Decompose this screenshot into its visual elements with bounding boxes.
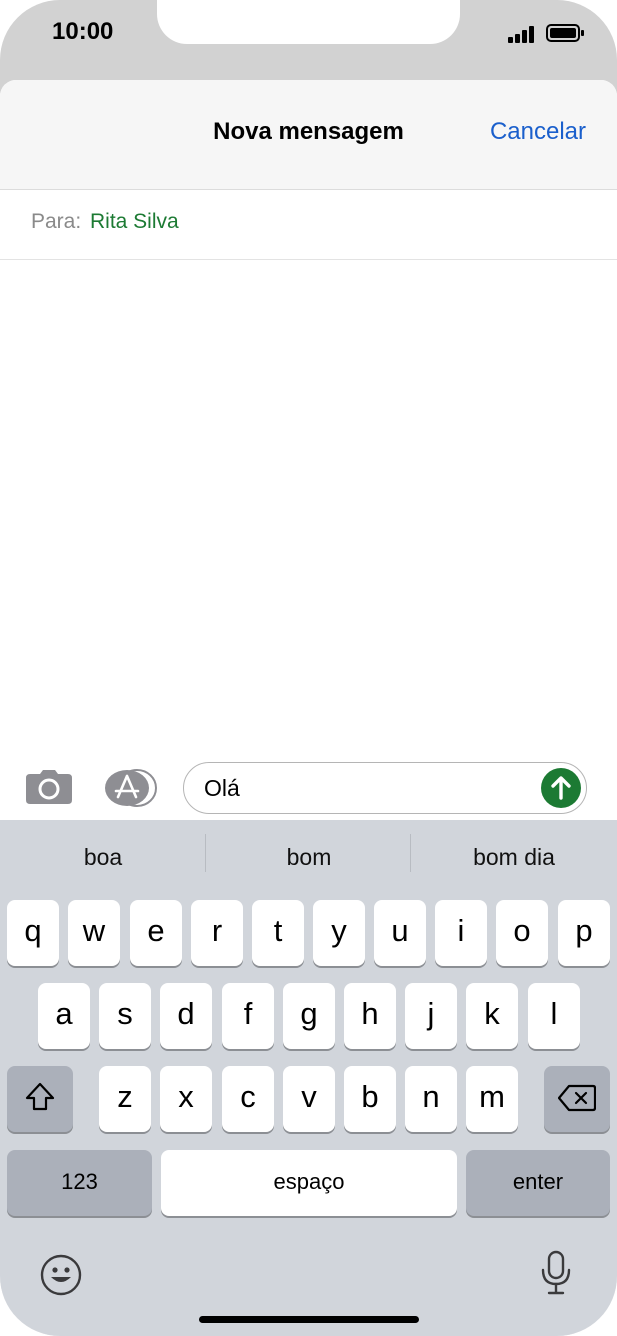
- enter-key[interactable]: enter: [466, 1150, 610, 1216]
- status-bar: 10:00: [0, 0, 617, 80]
- home-indicator[interactable]: [199, 1316, 419, 1323]
- key-p[interactable]: p: [558, 900, 610, 966]
- key-d[interactable]: d: [160, 983, 212, 1049]
- numbers-key[interactable]: 123: [7, 1150, 152, 1216]
- phone-frame: 10:00 Nova mensagem Cancelar Para: Rita …: [0, 0, 617, 1336]
- space-key[interactable]: espaço: [161, 1150, 457, 1216]
- delete-key[interactable]: [544, 1066, 610, 1132]
- recipient-name[interactable]: Rita Silva: [90, 210, 179, 234]
- shift-key[interactable]: [7, 1066, 73, 1132]
- keyboard: boa bom bom dia q w e r t y u i o p a s …: [0, 820, 617, 1336]
- key-s[interactable]: s: [99, 983, 151, 1049]
- key-g[interactable]: g: [283, 983, 335, 1049]
- key-e[interactable]: e: [130, 900, 182, 966]
- camera-icon[interactable]: [26, 770, 72, 804]
- key-a[interactable]: a: [38, 983, 90, 1049]
- key-o[interactable]: o: [496, 900, 548, 966]
- microphone-icon[interactable]: [540, 1250, 572, 1296]
- key-i[interactable]: i: [435, 900, 487, 966]
- cancel-button[interactable]: Cancelar: [490, 118, 586, 146]
- compose-bar: Olá: [0, 752, 617, 822]
- recipient-row[interactable]: Para: Rita Silva: [0, 190, 617, 260]
- key-l[interactable]: l: [528, 983, 580, 1049]
- status-time: 10:00: [52, 18, 114, 45]
- navigation-bar: Nova mensagem Cancelar: [0, 80, 617, 190]
- key-u[interactable]: u: [374, 900, 426, 966]
- battery-icon: [546, 24, 584, 42]
- suggestion-3[interactable]: bom dia: [419, 844, 609, 871]
- key-r[interactable]: r: [191, 900, 243, 966]
- app-store-icon[interactable]: [104, 769, 158, 807]
- suggestion-bar: boa bom bom dia: [0, 820, 617, 896]
- key-v[interactable]: v: [283, 1066, 335, 1132]
- suggestion-1[interactable]: boa: [8, 844, 198, 871]
- emoji-icon[interactable]: [40, 1254, 82, 1296]
- recipient-label: Para:: [31, 210, 82, 233]
- key-x[interactable]: x: [160, 1066, 212, 1132]
- key-t[interactable]: t: [252, 900, 304, 966]
- key-y[interactable]: y: [313, 900, 365, 966]
- send-button[interactable]: [541, 768, 581, 808]
- send-arrow-icon: [551, 776, 571, 800]
- key-k[interactable]: k: [466, 983, 518, 1049]
- key-w[interactable]: w: [68, 900, 120, 966]
- message-input-text: Olá: [204, 775, 240, 801]
- key-b[interactable]: b: [344, 1066, 396, 1132]
- key-c[interactable]: c: [222, 1066, 274, 1132]
- notch: [157, 0, 460, 44]
- key-m[interactable]: m: [466, 1066, 518, 1132]
- suggestion-divider: [410, 834, 411, 872]
- key-z[interactable]: z: [99, 1066, 151, 1132]
- key-f[interactable]: f: [222, 983, 274, 1049]
- delete-icon: [557, 1084, 597, 1112]
- suggestion-2[interactable]: bom: [214, 844, 404, 871]
- suggestion-divider: [205, 834, 206, 872]
- shift-icon: [25, 1082, 55, 1111]
- key-n[interactable]: n: [405, 1066, 457, 1132]
- key-q[interactable]: q: [7, 900, 59, 966]
- message-input[interactable]: Olá: [183, 762, 587, 814]
- key-j[interactable]: j: [405, 983, 457, 1049]
- signal-icon: [508, 25, 538, 43]
- key-h[interactable]: h: [344, 983, 396, 1049]
